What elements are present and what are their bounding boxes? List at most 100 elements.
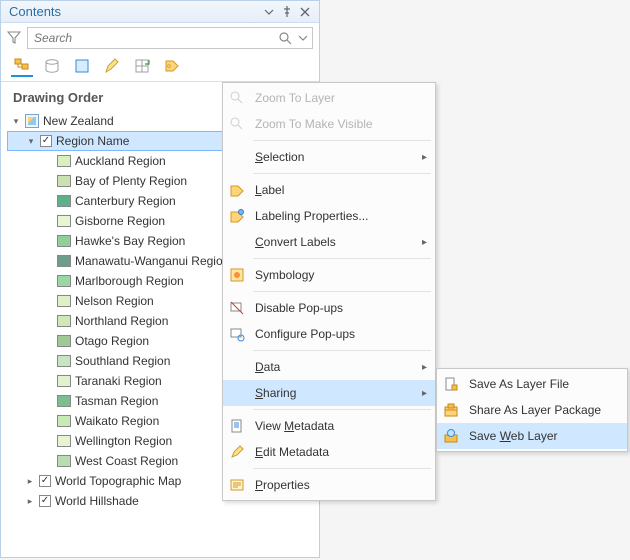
menu-sharing[interactable]: Sharing ▸ (223, 380, 435, 406)
close-icon[interactable] (297, 4, 313, 20)
blank-icon (227, 147, 247, 167)
map-icon (25, 114, 39, 128)
separator (253, 291, 431, 292)
menu-configure-popups[interactable]: Configure Pop-ups (223, 321, 435, 347)
legend-swatch (57, 375, 71, 387)
submenu-share-as-layer-package[interactable]: Share As Layer Package (437, 397, 627, 423)
separator (253, 258, 431, 259)
menu-label: Data (255, 360, 414, 374)
menu-view-metadata[interactable]: View Metadata (223, 413, 435, 439)
menu-convert-labels[interactable]: Convert Labels ▸ (223, 229, 435, 255)
menu-disable-popups[interactable]: Disable Pop-ups (223, 295, 435, 321)
legend-swatch (57, 175, 71, 187)
list-by-labeling-icon[interactable] (161, 55, 183, 77)
zoom-layer-icon (227, 88, 247, 108)
symbology-icon (227, 265, 247, 285)
menu-label: Save Web Layer (469, 429, 619, 443)
list-by-drawing-order-icon[interactable] (11, 55, 33, 77)
layer-label: Region Name (56, 134, 129, 148)
legend-swatch (57, 435, 71, 447)
search-dropdown-icon[interactable] (298, 33, 308, 43)
zoom-visible-icon (227, 114, 247, 134)
legend-label: Canterbury Region (75, 194, 176, 208)
panel-title: Contents (9, 4, 259, 19)
menu-label: Convert Labels (255, 235, 414, 249)
basemap-label: World Topographic Map (55, 474, 181, 488)
properties-icon (227, 475, 247, 495)
options-button[interactable] (261, 4, 277, 20)
filter-icon[interactable] (7, 30, 23, 46)
panel-header: Contents (1, 1, 319, 23)
submenu-save-as-layer-file[interactable]: Save As Layer File (437, 371, 627, 397)
menu-label: Edit Metadata (255, 445, 427, 459)
blank-icon (227, 383, 247, 403)
layer-package-icon (441, 400, 461, 420)
legend-swatch (57, 415, 71, 427)
legend-label: Waikato Region (75, 414, 159, 428)
chevron-right-icon: ▸ (422, 388, 427, 399)
menu-symbology[interactable]: Symbology (223, 262, 435, 288)
menu-label: Zoom To Make Visible (255, 117, 427, 131)
menu-label: Disable Pop-ups (255, 301, 427, 315)
layer-visibility-checkbox[interactable]: ✓ (40, 135, 52, 147)
menu-zoom-to-layer: Zoom To Layer (223, 85, 435, 111)
menu-label: Selection (255, 150, 414, 164)
caret-right-icon[interactable]: ▸ (25, 496, 35, 506)
legend-label: Bay of Plenty Region (75, 174, 187, 188)
menu-labeling-properties[interactable]: Labeling Properties... (223, 203, 435, 229)
separator (253, 140, 431, 141)
separator (253, 173, 431, 174)
view-metadata-icon (227, 416, 247, 436)
sharing-submenu: Save As Layer File Share As Layer Packag… (436, 368, 628, 452)
legend-label: Gisborne Region (75, 214, 165, 228)
legend-label: Southland Region (75, 354, 170, 368)
search-icon[interactable] (278, 31, 292, 45)
separator (253, 468, 431, 469)
menu-zoom-to-make-visible: Zoom To Make Visible (223, 111, 435, 137)
menu-label: Properties (255, 478, 427, 492)
list-by-editing-icon[interactable] (101, 55, 123, 77)
menu-label: View Metadata (255, 419, 427, 433)
legend-label: Hawke's Bay Region (75, 234, 185, 248)
legend-label: Nelson Region (75, 294, 154, 308)
layer-file-icon (441, 374, 461, 394)
list-by-selection-icon[interactable] (71, 55, 93, 77)
menu-label: Share As Layer Package (469, 403, 619, 417)
legend-label: Tasman Region (75, 394, 158, 408)
layer-visibility-checkbox[interactable]: ✓ (39, 475, 51, 487)
legend-swatch (57, 215, 71, 227)
list-by-source-icon[interactable] (41, 55, 63, 77)
legend-swatch (57, 335, 71, 347)
caret-down-icon[interactable]: ▾ (26, 136, 36, 146)
menu-label: Sharing (255, 386, 414, 400)
legend-swatch (57, 155, 71, 167)
disable-popups-icon (227, 298, 247, 318)
pin-icon[interactable] (279, 4, 295, 20)
blank-icon (227, 232, 247, 252)
separator (253, 350, 431, 351)
list-by-snapping-icon[interactable] (131, 55, 153, 77)
caret-right-icon[interactable]: ▸ (25, 476, 35, 486)
chevron-right-icon: ▸ (422, 237, 427, 248)
legend-swatch (57, 395, 71, 407)
menu-label-item[interactable]: Label (223, 177, 435, 203)
edit-metadata-icon (227, 442, 247, 462)
chevron-right-icon: ▸ (422, 152, 427, 163)
legend-swatch (57, 235, 71, 247)
menu-selection[interactable]: Selection ▸ (223, 144, 435, 170)
basemap-label: World Hillshade (55, 494, 139, 508)
web-layer-icon (441, 426, 461, 446)
menu-label: Save As Layer File (469, 377, 619, 391)
menu-properties[interactable]: Properties (223, 472, 435, 498)
menu-data[interactable]: Data ▸ (223, 354, 435, 380)
legend-swatch (57, 355, 71, 367)
legend-label: Marlborough Region (75, 274, 184, 288)
search-input[interactable] (32, 30, 278, 46)
legend-swatch (57, 315, 71, 327)
layer-visibility-checkbox[interactable]: ✓ (39, 495, 51, 507)
chevron-right-icon: ▸ (422, 362, 427, 373)
caret-down-icon[interactable]: ▾ (11, 116, 21, 126)
context-menu: Zoom To Layer Zoom To Make Visible Selec… (222, 82, 436, 501)
submenu-save-web-layer[interactable]: Save Web Layer (437, 423, 627, 449)
menu-edit-metadata[interactable]: Edit Metadata (223, 439, 435, 465)
